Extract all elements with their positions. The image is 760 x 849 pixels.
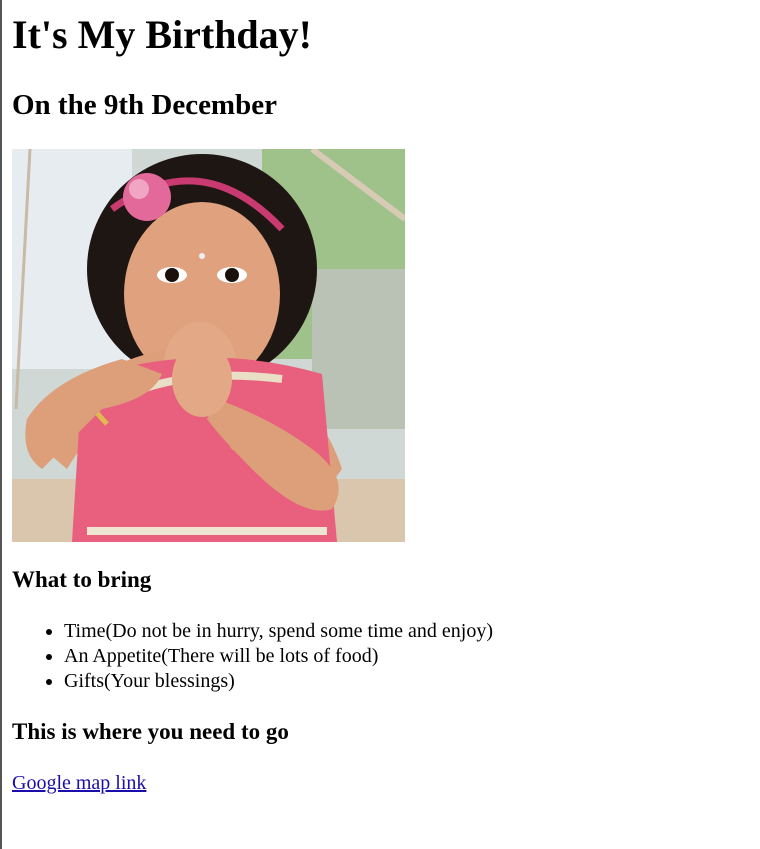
list-item: Gifts(Your blessings) [64, 669, 493, 694]
page-subtitle: On the 9th December [12, 89, 277, 121]
bring-heading: What to bring [12, 567, 152, 592]
directions-heading: This is where you need to go [12, 719, 289, 744]
list-item: Time(Do not be in hurry, spend some time… [64, 619, 493, 644]
google-map-link[interactable]: Google map link [12, 771, 146, 796]
page-left-border [0, 0, 2, 849]
bring-list: Time(Do not be in hurry, spend some time… [12, 619, 493, 694]
birthday-photo [12, 149, 405, 542]
list-item: An Appetite(There will be lots of food) [64, 644, 493, 669]
page-title: It's My Birthday! [12, 12, 312, 57]
